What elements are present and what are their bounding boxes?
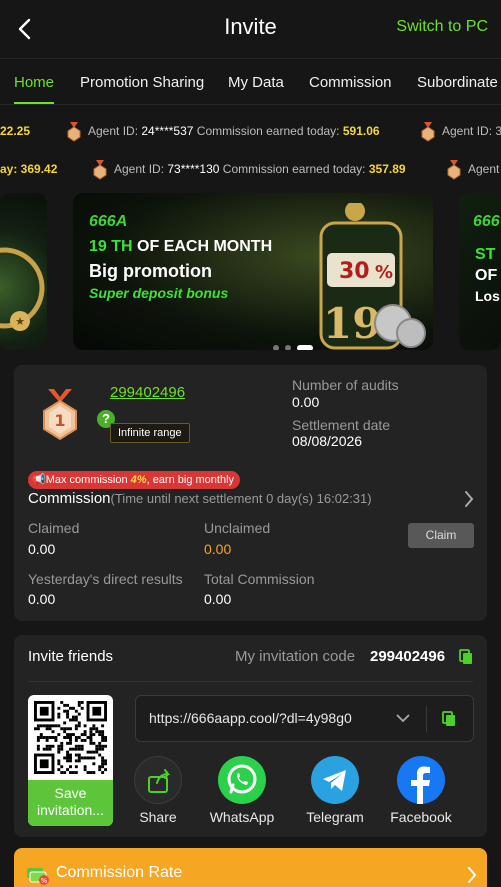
active-tab-indicator <box>14 102 54 104</box>
commission-heading[interactable]: Commission(Time until next settlement 0 … <box>28 490 372 507</box>
share-icon <box>134 756 182 804</box>
commission-ticker-row-2: ay: 369.42 Agent ID: 73****130 Commissio… <box>0 156 501 184</box>
chevron-right-icon[interactable] <box>463 489 475 509</box>
ticker-entry: Agent ID: 73****130 Commission earned to… <box>114 162 406 176</box>
yesterday-results-value: 0.00 <box>28 591 56 607</box>
ticker-entry-partial: Agent <box>468 162 500 176</box>
carousel-dots <box>273 338 319 350</box>
medal-icon <box>447 160 461 180</box>
invite-friends-card: Invite friends My invitation code 299402… <box>14 635 487 837</box>
tab-promotion-sharing[interactable]: Promotion Sharing <box>80 74 204 91</box>
svg-text:1: 1 <box>54 411 65 430</box>
svg-text:30: 30 <box>339 259 370 284</box>
medal-icon <box>67 122 81 142</box>
whatsapp-icon <box>218 756 266 804</box>
ticker-amount: ay: 369.42 <box>0 162 58 176</box>
facebook-icon <box>397 756 445 804</box>
claimed-label: Claimed <box>28 520 80 536</box>
top-bar: Invite Switch to PC <box>0 0 501 58</box>
divider <box>426 706 427 732</box>
tab-commission[interactable]: Commission <box>309 74 392 91</box>
medal-icon <box>93 160 107 180</box>
ticker-entry-partial: Agent ID: 3 <box>442 124 501 138</box>
divider <box>28 681 473 682</box>
unclaimed-label: Unclaimed <box>204 520 271 536</box>
invitation-code-label: My invitation code <box>235 648 356 665</box>
tab-subordinate[interactable]: Subordinate I <box>417 74 501 91</box>
svg-text:19: 19 <box>323 299 381 348</box>
slot-machine-icon: 30 % 19 <box>319 203 426 350</box>
medal-icon <box>421 122 435 142</box>
banner-prev-slide[interactable]: ★ <box>0 193 47 350</box>
tab-my-data[interactable]: My Data <box>228 74 284 91</box>
share-button[interactable]: Share <box>133 756 183 825</box>
invite-url: https://666aapp.cool/?dl=4y98g0 <box>149 710 352 726</box>
claimed-value: 0.00 <box>28 541 56 557</box>
unclaimed-value: 0.00 <box>204 541 232 557</box>
banner-active-slide[interactable]: 666A 19 TH OF EACH MONTH Big promotion S… <box>73 193 433 350</box>
copy-url-icon[interactable] <box>442 711 456 727</box>
total-commission-value: 0.00 <box>204 591 232 607</box>
banner-subheadline: Big promotion <box>89 261 212 281</box>
settlement-date-label: Settlement date <box>292 417 391 433</box>
svg-text:%: % <box>41 877 48 885</box>
ticker-entry: Agent ID: 24****537 Commission earned to… <box>88 124 380 138</box>
svg-text:%: % <box>375 262 393 283</box>
commission-rate-bar[interactable]: % Commission Rate <box>14 848 487 887</box>
invite-url-field[interactable]: https://666aapp.cool/?dl=4y98g0 <box>135 695 474 742</box>
ticker-amount: 22.25 <box>0 124 31 138</box>
whatsapp-button[interactable]: WhatsApp <box>207 756 277 825</box>
invitation-code: 299402496 <box>370 648 446 665</box>
facebook-button[interactable]: Facebook <box>386 756 456 825</box>
range-badge: Infinite range <box>110 423 190 443</box>
total-commission-label: Total Commission <box>204 571 315 587</box>
audits-label: Number of audits <box>292 377 399 393</box>
promo-carousel[interactable]: ★ 666A 19 TH OF EACH MONTH Big promotion… <box>0 193 501 350</box>
chevron-down-icon[interactable] <box>396 713 410 723</box>
commission-ticker-row-1: 22.25 Agent ID: 24****537 Commission ear… <box>0 118 501 146</box>
settlement-date-value: 08/08/2026 <box>292 433 363 449</box>
tab-bar: Home Promotion Sharing My Data Commissio… <box>0 58 501 105</box>
save-invitation-button[interactable]: Save invitation... <box>28 780 113 826</box>
audits-value: 0.00 <box>292 394 320 410</box>
banner-next-slide[interactable]: 666 ST OF Los <box>459 193 501 350</box>
max-commission-badge: 📢Max commission 4%, earn big monthly <box>28 471 241 489</box>
copy-icon[interactable] <box>459 649 473 665</box>
banner-logo: 666A <box>89 213 128 230</box>
claim-button[interactable]: Claim <box>408 523 474 548</box>
chevron-right-icon <box>468 867 477 883</box>
megaphone-icon: 📢 <box>32 474 46 486</box>
yesterday-results-label: Yesterday's direct results <box>28 571 183 587</box>
agent-id-link[interactable]: 299402496 <box>110 384 185 401</box>
banner-tagline: Super deposit bonus <box>89 285 229 301</box>
level-medal-icon: 1 <box>43 389 77 441</box>
qr-code-icon <box>34 701 107 774</box>
qr-code-card[interactable]: Save invitation... <box>28 695 113 826</box>
tab-home[interactable]: Home <box>14 74 54 91</box>
telegram-icon <box>311 756 359 804</box>
agent-summary-card: 1 ? 299402496 Infinite range Number of a… <box>14 365 487 621</box>
money-stack-icon: % <box>27 868 49 885</box>
commission-rate-label: Commission Rate <box>56 864 183 881</box>
coin-graphic-icon: ★ <box>0 247 45 331</box>
switch-to-pc-link[interactable]: Switch to PC <box>396 18 488 36</box>
invite-friends-title: Invite friends <box>28 648 114 665</box>
svg-text:★: ★ <box>15 315 25 328</box>
telegram-button[interactable]: Telegram <box>300 756 370 825</box>
